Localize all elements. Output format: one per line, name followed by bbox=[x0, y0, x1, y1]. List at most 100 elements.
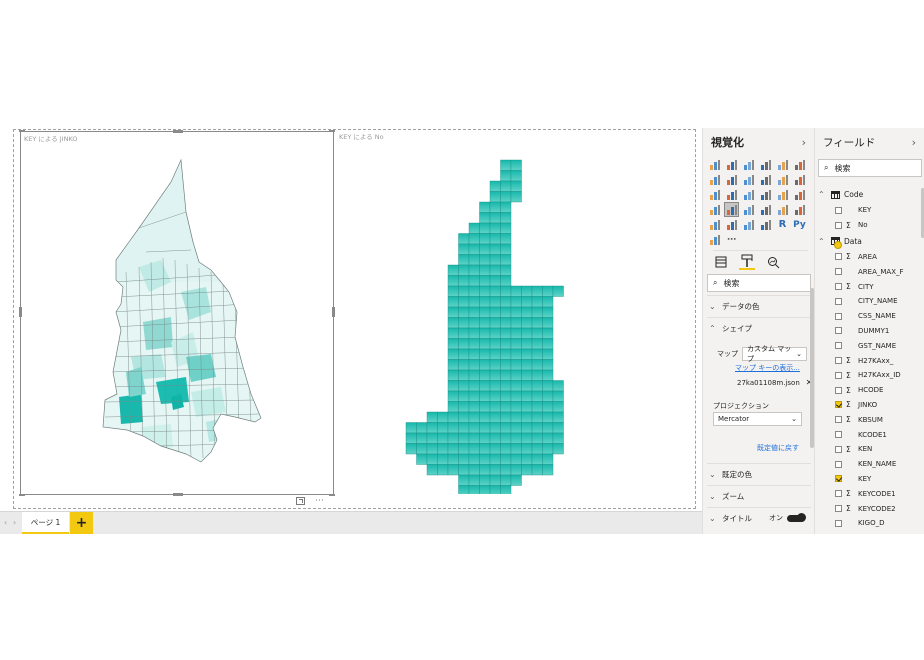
field-checkbox[interactable] bbox=[835, 460, 842, 468]
field-item[interactable]: Σ H27KAxx_ bbox=[815, 353, 924, 368]
field-checkbox[interactable] bbox=[835, 327, 842, 335]
card-icon[interactable] bbox=[793, 203, 806, 216]
field-item[interactable]: Σ KBSUM bbox=[815, 412, 924, 427]
scatter-chart-icon[interactable] bbox=[725, 188, 738, 201]
field-item[interactable]: Σ H27KAxx_ID bbox=[815, 368, 924, 383]
field-item[interactable]: Σ KEYCODE2 bbox=[815, 501, 924, 516]
section-data-colors[interactable]: ⌄ データの色 bbox=[707, 296, 811, 316]
field-checkbox[interactable] bbox=[835, 206, 842, 214]
title-toggle[interactable] bbox=[787, 512, 806, 522]
add-page-button[interactable]: + bbox=[70, 512, 93, 534]
field-item[interactable]: Σ No bbox=[815, 218, 924, 233]
choropleth-map[interactable] bbox=[21, 132, 335, 496]
field-checkbox[interactable] bbox=[835, 505, 842, 513]
donut-chart-icon[interactable] bbox=[759, 188, 772, 201]
field-checkbox[interactable] bbox=[835, 416, 842, 424]
kpi-icon[interactable] bbox=[708, 218, 721, 231]
field-item[interactable]: KIGO_D bbox=[815, 516, 924, 531]
format-search-input[interactable]: ⌕ 検索 bbox=[707, 274, 811, 292]
clustered-column-chart-icon[interactable] bbox=[759, 158, 772, 171]
gauge-icon[interactable] bbox=[759, 203, 772, 216]
analytics-tab-icon[interactable] bbox=[765, 254, 781, 270]
shape-map-visual-no[interactable]: KEY による No bbox=[336, 130, 686, 494]
clustered-bar-chart-icon[interactable] bbox=[742, 158, 755, 171]
filled-map-icon[interactable] bbox=[708, 203, 721, 216]
fields-well-tab-icon[interactable] bbox=[713, 254, 729, 270]
section-shape[interactable]: ⌃ シェイプ bbox=[707, 318, 811, 338]
field-item[interactable]: KEY bbox=[815, 472, 924, 487]
python-visual-icon[interactable]: Py bbox=[793, 218, 806, 231]
matrix-icon[interactable] bbox=[759, 218, 772, 231]
field-item[interactable]: Σ CITY bbox=[815, 279, 924, 294]
ribbon-chart-icon[interactable] bbox=[793, 173, 806, 186]
line-clustered-column-chart-icon[interactable] bbox=[776, 173, 789, 186]
page-tab-1[interactable]: ページ 1 bbox=[22, 512, 69, 534]
field-item[interactable]: GST_NAME bbox=[815, 338, 924, 353]
field-item[interactable]: KCODE1 bbox=[815, 427, 924, 442]
slicer-icon[interactable] bbox=[725, 218, 738, 231]
field-checkbox[interactable] bbox=[835, 431, 842, 439]
field-checkbox[interactable] bbox=[835, 283, 842, 291]
field-item[interactable]: AREA_MAX_F bbox=[815, 264, 924, 279]
line-column-chart-icon[interactable] bbox=[759, 173, 772, 186]
100-column-chart-icon[interactable] bbox=[793, 158, 806, 171]
grid-map[interactable] bbox=[336, 130, 686, 494]
next-page-arrow-icon[interactable]: › bbox=[13, 518, 16, 527]
globe-visual-icon[interactable] bbox=[708, 233, 721, 246]
field-item[interactable]: CITY_NAME bbox=[815, 294, 924, 309]
field-checkbox[interactable] bbox=[835, 297, 842, 305]
field-item[interactable]: Σ KEYCODE1 bbox=[815, 486, 924, 501]
r-script-visual-icon[interactable]: R bbox=[776, 218, 789, 231]
field-item[interactable]: Σ AREA bbox=[815, 250, 924, 265]
field-item[interactable]: Σ JINKO bbox=[815, 398, 924, 413]
field-checkbox[interactable] bbox=[835, 519, 842, 527]
stacked-column-chart-icon[interactable] bbox=[725, 158, 738, 171]
field-checkbox[interactable] bbox=[835, 253, 842, 261]
line-chart-icon[interactable] bbox=[708, 173, 721, 186]
field-checkbox[interactable] bbox=[835, 475, 842, 483]
map-icon[interactable] bbox=[793, 188, 806, 201]
field-checkbox[interactable] bbox=[835, 386, 842, 394]
shape-map-visual-jinko[interactable]: KEY による JINKO bbox=[19, 130, 335, 496]
focus-mode-icon[interactable] bbox=[296, 497, 305, 505]
field-checkbox[interactable] bbox=[835, 312, 842, 320]
map-keys-link[interactable]: マップ キーの表示... bbox=[735, 363, 800, 373]
area-chart-icon[interactable] bbox=[725, 173, 738, 186]
field-item[interactable]: CSS_NAME bbox=[815, 309, 924, 324]
stacked-bar-chart-icon[interactable] bbox=[708, 158, 721, 171]
fields-search-input[interactable]: ⌕ 検索 bbox=[818, 159, 922, 177]
collapse-visualizations-icon[interactable]: › bbox=[802, 136, 806, 149]
funnel-chart-icon[interactable] bbox=[742, 203, 755, 216]
field-item[interactable]: DUMMY1 bbox=[815, 324, 924, 339]
pie-chart-icon[interactable] bbox=[742, 188, 755, 201]
section-title[interactable]: ⌄ タイトル オン bbox=[707, 508, 811, 528]
more-options-icon[interactable]: ⋯ bbox=[315, 496, 324, 506]
prev-page-arrow-icon[interactable]: ‹ bbox=[4, 518, 7, 527]
treemap-icon[interactable] bbox=[776, 188, 789, 201]
field-checkbox[interactable] bbox=[835, 445, 842, 453]
field-item[interactable]: Σ HCODE bbox=[815, 383, 924, 398]
field-checkbox[interactable] bbox=[835, 357, 842, 365]
field-checkbox[interactable] bbox=[835, 268, 842, 276]
field-checkbox[interactable] bbox=[835, 371, 842, 379]
table-icon[interactable] bbox=[742, 218, 755, 231]
field-checkbox[interactable] bbox=[835, 490, 842, 498]
field-item[interactable]: KEY bbox=[815, 203, 924, 218]
table-code[interactable]: ⌃ Code bbox=[815, 186, 924, 203]
field-checkbox[interactable] bbox=[835, 342, 842, 350]
field-checkbox[interactable] bbox=[835, 401, 842, 409]
format-paint-roller-tab-icon[interactable] bbox=[739, 254, 755, 270]
stacked-area-chart-icon[interactable] bbox=[742, 173, 755, 186]
multi-row-card-icon[interactable] bbox=[776, 203, 789, 216]
field-item[interactable]: KEN_NAME bbox=[815, 457, 924, 472]
field-checkbox[interactable] bbox=[835, 221, 842, 229]
more-visuals-icon[interactable]: ⋯ bbox=[725, 233, 738, 246]
shape-map-icon[interactable] bbox=[724, 202, 739, 217]
collapse-fields-icon[interactable]: › bbox=[912, 136, 916, 149]
section-zoom[interactable]: ⌄ ズーム bbox=[707, 486, 811, 506]
table-data[interactable]: ⌃ Data bbox=[815, 233, 924, 250]
revert-to-default-button[interactable]: 既定値に戻す bbox=[757, 443, 799, 453]
projection-select[interactable]: Mercator ⌄ bbox=[713, 412, 802, 426]
map-select[interactable]: カスタム マップ ⌄ bbox=[742, 345, 807, 363]
field-item[interactable]: Σ KEN bbox=[815, 442, 924, 457]
